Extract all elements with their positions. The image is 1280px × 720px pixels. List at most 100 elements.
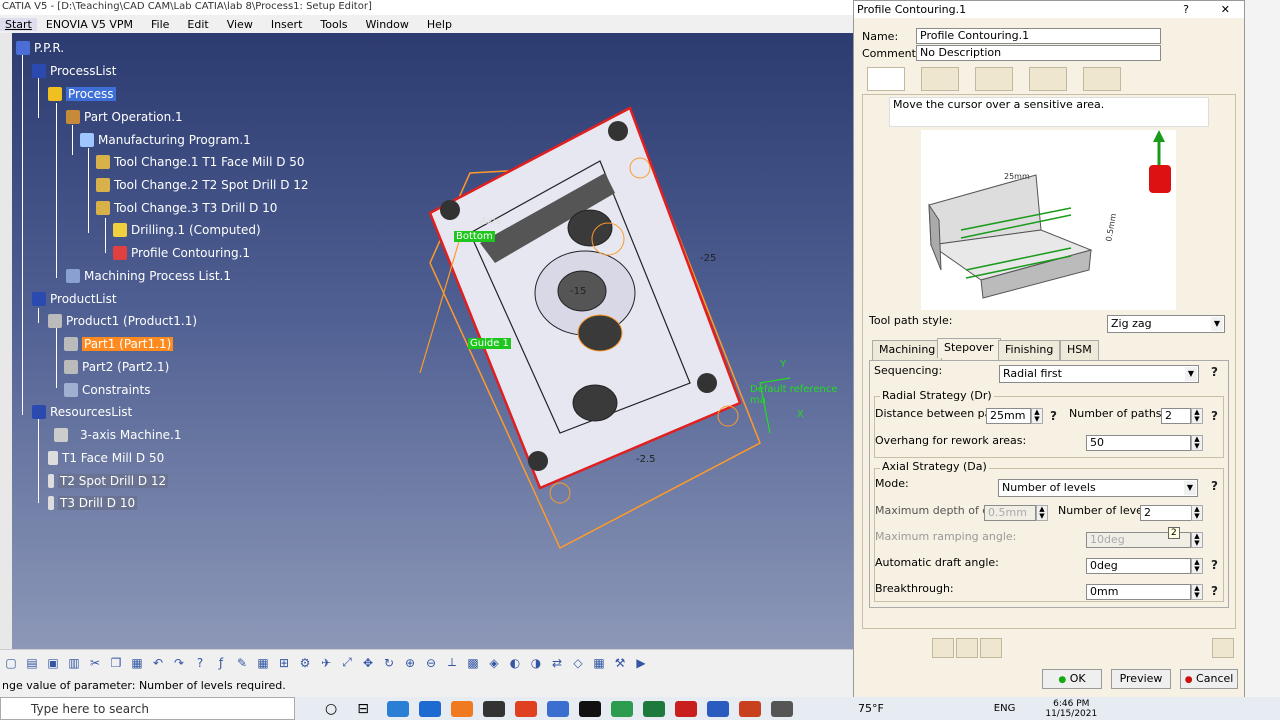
num-paths-help-icon[interactable]: ? — [1211, 409, 1218, 423]
menu-insert[interactable]: Insert — [262, 18, 312, 31]
save-icon[interactable]: ▣ — [44, 654, 62, 672]
tree-tool-change-3[interactable]: Tool Change.3 T3 Drill D 10 — [96, 199, 277, 217]
breakthrough-spinner[interactable]: ▲ ▼ — [1191, 584, 1203, 600]
photo-video-icon[interactable] — [956, 638, 978, 658]
word-icon[interactable] — [706, 700, 729, 717]
zoom-in-icon[interactable]: ⊕ — [401, 654, 419, 672]
tab-hsm[interactable]: HSM — [1060, 340, 1099, 360]
fly-icon[interactable]: ✈ — [317, 654, 335, 672]
powerpoint-icon[interactable] — [738, 700, 761, 717]
excel-icon[interactable] — [642, 700, 665, 717]
bottom-label[interactable]: Bottom — [454, 231, 495, 242]
sequencing-help-icon[interactable]: ? — [1211, 365, 1218, 379]
num-levels-spinner[interactable]: ▲ ▼ — [1191, 505, 1203, 521]
pan-icon[interactable]: ✥ — [359, 654, 377, 672]
tree-product-list[interactable]: ProductList — [32, 290, 117, 308]
tree-manufacturing-program[interactable]: Manufacturing Program.1 — [80, 131, 251, 149]
tree-part2[interactable]: Part2 (Part2.1) — [64, 358, 169, 376]
tree-icon[interactable]: ⊞ — [275, 654, 293, 672]
geometry-tab-icon[interactable] — [921, 67, 959, 91]
menu-window[interactable]: Window — [357, 18, 418, 31]
tab-machining[interactable]: Machining — [872, 340, 943, 360]
dialog-close-button[interactable]: ✕ — [1221, 1, 1230, 18]
redo-icon[interactable]: ↷ — [170, 654, 188, 672]
tree-product1[interactable]: Product1 (Product1.1) — [48, 312, 197, 330]
breakthrough-field[interactable]: 0mm — [1086, 584, 1191, 600]
shading-icon[interactable]: ◐ — [506, 654, 524, 672]
manufacturing-view-icon[interactable] — [1212, 638, 1234, 658]
firefox-icon[interactable] — [450, 700, 473, 717]
tree-part1[interactable]: Part1 (Part1.1) — [64, 335, 174, 353]
menu-tools[interactable]: Tools — [311, 18, 356, 31]
mode-select[interactable]: Number of levels ▼ — [998, 479, 1198, 497]
ok-button[interactable]: ● OK — [1042, 669, 1102, 689]
cut-icon[interactable]: ✂ — [86, 654, 104, 672]
toolpath-style-select[interactable]: Zig zag ▼ — [1107, 315, 1225, 333]
comment-icon[interactable]: ✎ — [233, 654, 251, 672]
tree-resources-list[interactable]: ResourcesList — [32, 403, 132, 421]
tree-tool-t3[interactable]: T3 Drill D 10 — [48, 494, 138, 512]
machine-icon[interactable]: ⚙ — [296, 654, 314, 672]
language-indicator[interactable]: ENG — [994, 703, 1016, 714]
zoom-out-icon[interactable]: ⊖ — [422, 654, 440, 672]
draft-help-icon[interactable]: ? — [1211, 558, 1218, 572]
iso-view-icon[interactable]: ◈ — [485, 654, 503, 672]
office-icon[interactable] — [514, 700, 537, 717]
draft-field[interactable]: 0deg — [1086, 558, 1191, 574]
mode-help-icon[interactable]: ? — [1211, 479, 1218, 493]
tree-tool-t1[interactable]: T1 Face Mill D 50 — [48, 449, 164, 467]
breakthrough-help-icon[interactable]: ? — [1211, 584, 1218, 598]
tree-profile-contouring[interactable]: Profile Contouring.1 — [113, 244, 250, 262]
chrome-icon[interactable] — [610, 700, 633, 717]
tab-finishing[interactable]: Finishing — [998, 340, 1061, 360]
tree-part-operation[interactable]: Part Operation.1 — [66, 108, 183, 126]
menu-enovia[interactable]: ENOVIA V5 VPM — [37, 18, 142, 31]
copy-icon[interactable]: ❐ — [107, 654, 125, 672]
distance-spinner[interactable]: ▲ ▼ — [1031, 408, 1043, 424]
media-icon[interactable] — [578, 700, 601, 717]
open-icon[interactable]: ▤ — [23, 654, 41, 672]
tab-stepover[interactable]: Stepover — [937, 338, 1001, 358]
tree-tool-change-2[interactable]: Tool Change.2 T2 Spot Drill D 12 — [96, 176, 309, 194]
multi-view-icon[interactable]: ▩ — [464, 654, 482, 672]
formula-icon[interactable]: ƒ — [212, 654, 230, 672]
guide-label[interactable]: Guide 1 — [468, 338, 511, 349]
tool-tab-icon[interactable] — [975, 67, 1013, 91]
feeds-tab-icon[interactable] — [1029, 67, 1067, 91]
measure-icon[interactable]: ◇ — [569, 654, 587, 672]
tool-path-replay-icon[interactable] — [932, 638, 954, 658]
menu-file[interactable]: File — [142, 18, 178, 31]
comment-field[interactable]: No Description — [916, 45, 1161, 61]
hide-show-icon[interactable]: ◑ — [527, 654, 545, 672]
name-field[interactable]: Profile Contouring.1 — [916, 28, 1161, 44]
app-icon[interactable] — [482, 700, 505, 717]
menu-edit[interactable]: Edit — [178, 18, 217, 31]
acrobat-icon[interactable] — [674, 700, 697, 717]
simulate-icon[interactable]: ▶ — [632, 654, 650, 672]
paste-icon[interactable]: ▦ — [128, 654, 146, 672]
tree-machining-process-list[interactable]: Machining Process List.1 — [66, 267, 231, 285]
num-paths-spinner[interactable]: ▲ ▼ — [1191, 408, 1203, 424]
overhang-field[interactable]: 50 — [1086, 435, 1191, 451]
explorer-icon[interactable] — [546, 700, 569, 717]
distance-field[interactable]: 25mm — [986, 408, 1031, 424]
menu-start[interactable]: Start — [0, 17, 37, 31]
cortana-icon[interactable]: ○ — [325, 701, 337, 717]
dialog-help-button[interactable]: ? — [1183, 1, 1189, 18]
normal-view-icon[interactable]: ⟂ — [443, 654, 461, 672]
preview-button[interactable]: Preview — [1111, 669, 1171, 689]
taskbar-search[interactable]: Type here to search — [0, 697, 295, 720]
tree-constraints[interactable]: Constraints — [64, 381, 150, 399]
edge-icon[interactable] — [386, 700, 409, 717]
tree-process-list[interactable]: ProcessList — [32, 62, 117, 80]
sequencing-select[interactable]: Radial first ▼ — [999, 365, 1199, 383]
table-icon[interactable]: ▦ — [254, 654, 272, 672]
analyze-icon[interactable] — [980, 638, 1002, 658]
clock[interactable]: 6:46 PM 11/15/2021 — [1045, 699, 1097, 719]
rotate-icon[interactable]: ↻ — [380, 654, 398, 672]
tree-ppr[interactable]: P.P.R. — [16, 39, 64, 57]
new-icon[interactable]: ▢ — [2, 654, 20, 672]
tool-path-icon[interactable]: ⚒ — [611, 654, 629, 672]
menu-help[interactable]: Help — [418, 18, 461, 31]
tree-tool-t2[interactable]: T2 Spot Drill D 12 — [48, 472, 169, 490]
